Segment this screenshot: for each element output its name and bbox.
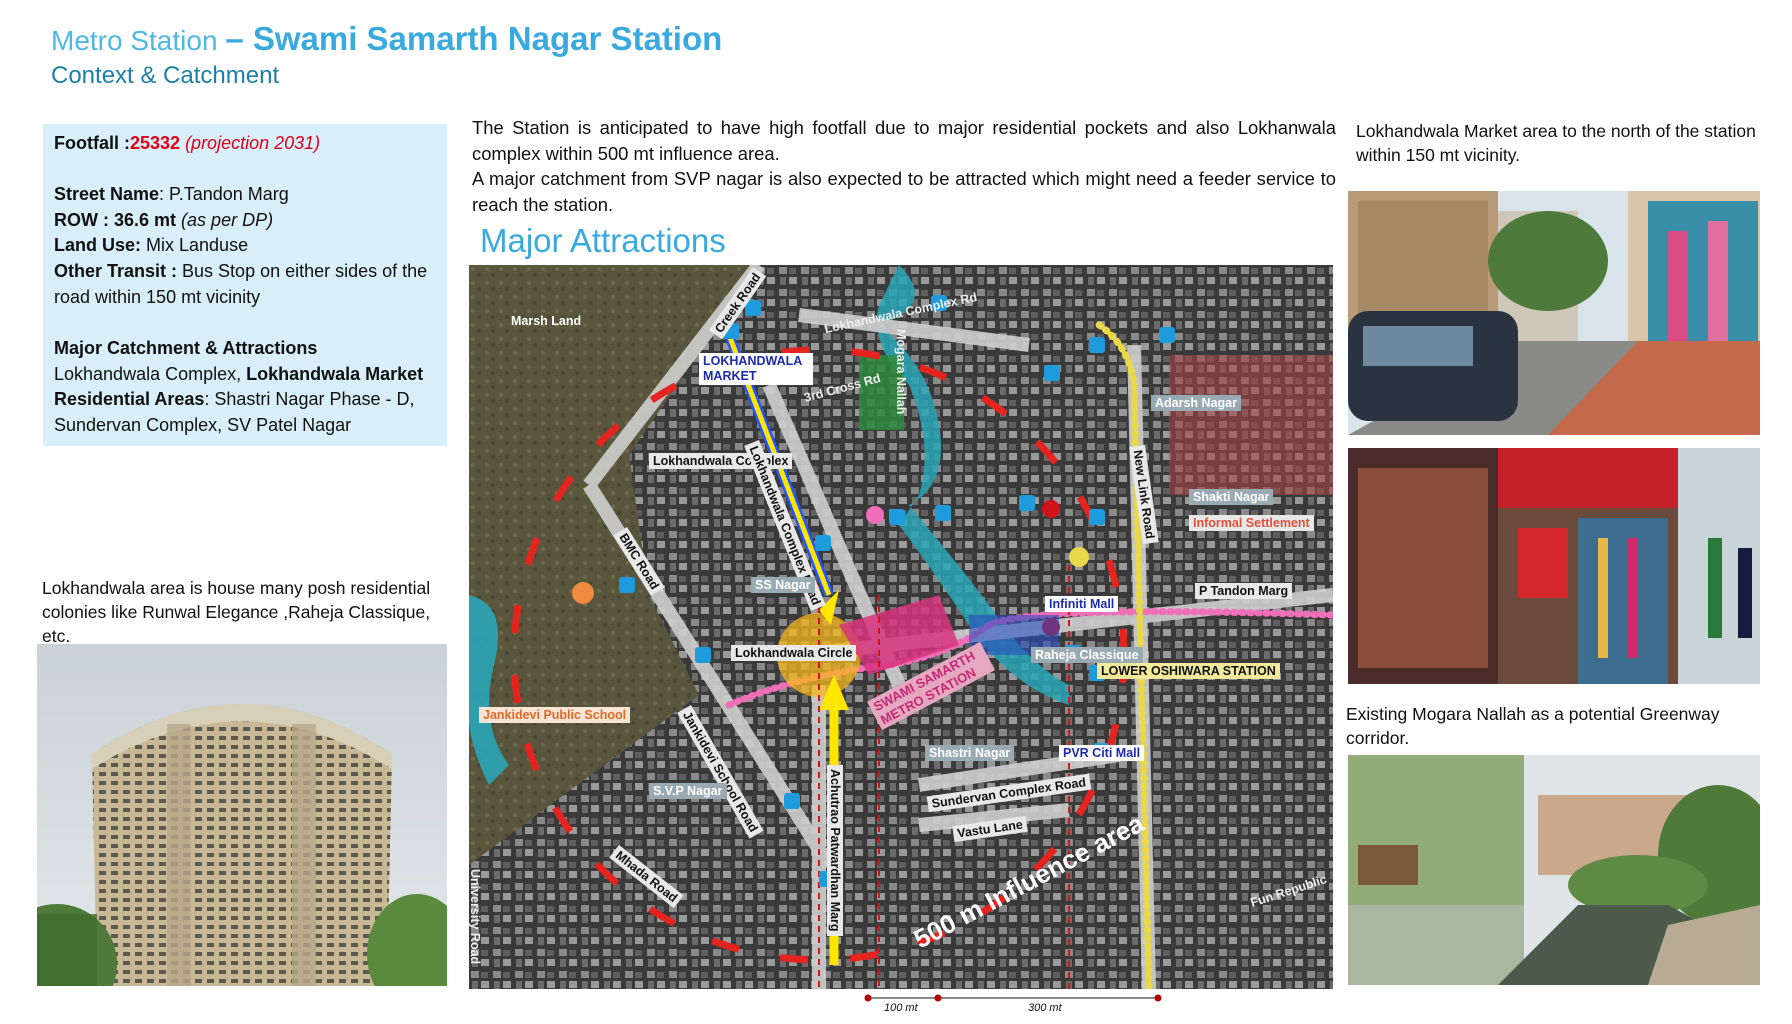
transit-line: Other Transit : Bus Stop on either sides… bbox=[54, 259, 444, 311]
attractions-title: Major Attractions bbox=[480, 222, 726, 259]
caption-left: Lokhandwala area is house many posh resi… bbox=[42, 578, 431, 646]
footfall-line: Footfall :25332 (projection 2031) bbox=[54, 131, 444, 157]
map-label-lokhandwala-market: LOKHANDWALA MARKET bbox=[699, 353, 813, 385]
map-label-pvr: PVR Citi Mall bbox=[1059, 745, 1145, 761]
map-label-marsh: Marsh Land bbox=[511, 314, 582, 328]
landuse-label: Land Use: bbox=[54, 235, 142, 256]
photo-market-stalls bbox=[1348, 448, 1760, 684]
footfall-note: (projection 2031) bbox=[185, 133, 321, 153]
landuse-value: Mix Landuse bbox=[141, 235, 249, 256]
map-label-achutrao: Achutrao Patwardhan Marg bbox=[827, 765, 843, 936]
map-label-university: University Road bbox=[469, 869, 482, 965]
scale-label-300: 300 mt bbox=[1028, 1002, 1062, 1014]
map-label-shakti: Shakti Nagar bbox=[1189, 489, 1274, 505]
catchment-value: Lokhandwala Complex, Lokhandwala Market bbox=[54, 363, 424, 384]
map-label-shastri: Shastri Nagar bbox=[925, 745, 1015, 761]
map-label-infiniti: Infiniti Mall bbox=[1045, 596, 1119, 612]
map-label-lokhandwala-complex: Lokhandwala Complex bbox=[649, 453, 793, 469]
transit-label: Other Transit : bbox=[54, 261, 178, 282]
map-label-lower-oshiwara: LOWER OSHIWARA STATION bbox=[1097, 663, 1280, 679]
map-label-ss-nagar: SS Nagar bbox=[751, 577, 815, 593]
scale-label-100: 100 mt bbox=[884, 1002, 918, 1014]
caption-market: Lokhandwala Market area to the north of … bbox=[1356, 121, 1756, 165]
map-label-raheja: Raheja Classique bbox=[1031, 647, 1143, 663]
map-label-mogara: Mogara Nallah bbox=[894, 329, 908, 415]
photo-tower bbox=[37, 644, 447, 986]
street-line: Street Name: P.Tandon Marg bbox=[54, 182, 444, 208]
row-label: ROW : 36.6 mt bbox=[54, 209, 177, 230]
catchment-map: Marsh Land Creek Road LOKHANDWALA MARKET… bbox=[469, 265, 1333, 989]
page-subtitle: Context & Catchment bbox=[51, 62, 280, 89]
description-para-2: A major catchment from SVP nagar is also… bbox=[472, 168, 1336, 215]
caption-nallah: Existing Mogara Nallah as a potential Gr… bbox=[1346, 704, 1720, 748]
map-label-p-tandon: P Tandon Marg bbox=[1195, 583, 1293, 599]
catchment-label: Major Catchment & Attractions bbox=[54, 337, 318, 358]
title-prefix: Metro Station bbox=[51, 25, 218, 56]
footfall-label: Footfall : bbox=[54, 133, 130, 153]
map-label-informal: Informal Settlement bbox=[1189, 515, 1314, 531]
photo-nallah bbox=[1348, 755, 1760, 985]
map-label-adarsh: Adarsh Nagar bbox=[1151, 395, 1241, 411]
residential-label: Residential Areas bbox=[54, 389, 205, 410]
street-value: : P.Tandon Marg bbox=[159, 183, 289, 204]
street-label: Street Name bbox=[54, 183, 160, 204]
map-label-svp: S.V.P Nagar bbox=[649, 783, 727, 799]
map-label-lokhandwala-circle: Lokhandwala Circle bbox=[731, 645, 857, 661]
photo-market-street bbox=[1348, 191, 1760, 435]
map-label-jankidevi-school: Jankidevi Public School bbox=[479, 707, 631, 723]
landuse-line: Land Use: Mix Landuse bbox=[54, 233, 444, 259]
footfall-value: 25332 bbox=[129, 133, 181, 153]
residential-line: Residential Areas: Shastri Nagar Phase -… bbox=[54, 387, 444, 439]
info-content: Footfall :25332 (projection 2031) Street… bbox=[54, 131, 444, 439]
page-title: Metro Station – Swami Samarth Nagar Stat… bbox=[51, 20, 722, 58]
row-note: (as per DP) bbox=[181, 209, 274, 230]
description: The Station is anticipated to have high … bbox=[472, 115, 1336, 217]
row-line: ROW : 36.6 mt (as per DP) bbox=[54, 208, 444, 234]
description-para-1: The Station is anticipated to have high … bbox=[472, 117, 1336, 164]
title-main: – Swami Samarth Nagar Station bbox=[225, 20, 723, 57]
